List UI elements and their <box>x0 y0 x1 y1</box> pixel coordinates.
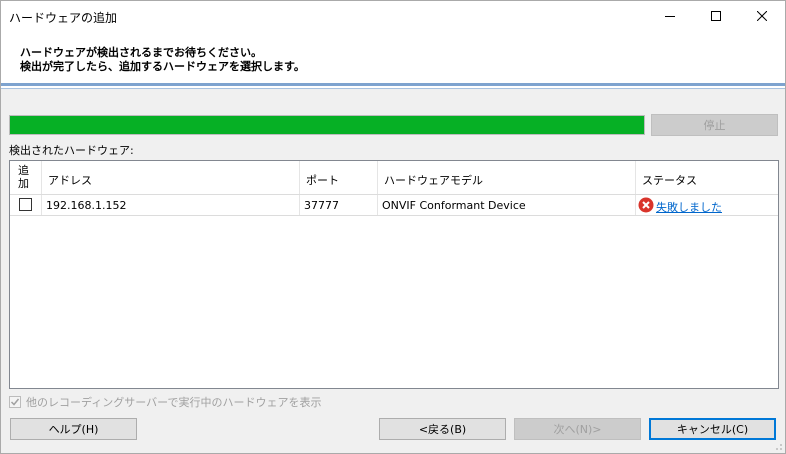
model-value: ONVIF Conformant Device <box>382 199 526 212</box>
instruction-panel: ハードウェアが検出されるまでお待ちください。 検出が完了したら、追加するハードウ… <box>1 31 681 83</box>
column-header-status[interactable]: ステータス <box>636 161 778 194</box>
instruction-line-2: 検出が完了したら、追加するハードウェアを選択します。 <box>20 60 305 73</box>
table-row[interactable]: 192.168.1.152 37777 ONVIF Conformant Dev… <box>10 195 778 216</box>
port-value: 37777 <box>304 199 339 212</box>
checkmark-icon <box>10 398 20 406</box>
column-header-address[interactable]: アドレス <box>42 161 300 194</box>
minimize-button[interactable] <box>647 1 693 31</box>
cancel-button[interactable]: キャンセル(C) <box>649 418 776 440</box>
column-header-port[interactable]: ポート <box>300 161 378 194</box>
column-label-status: ステータス <box>642 174 697 187</box>
show-other-servers-checkbox[interactable] <box>9 396 21 408</box>
column-label-model: ハードウェアモデル <box>384 174 483 187</box>
cell-add <box>10 195 42 215</box>
back-button[interactable]: <戻る(B) <box>379 418 506 440</box>
cell-status: 失敗しました <box>636 195 778 215</box>
detected-hardware-label: 検出されたハードウェア: <box>9 144 134 157</box>
resize-grip-icon[interactable] <box>773 441 783 451</box>
title-bar[interactable]: ハードウェアの追加 <box>1 1 785 31</box>
column-label-port: ポート <box>306 174 339 187</box>
instruction-header: ハードウェアが検出されるまでお待ちください。 検出が完了したら、追加するハードウ… <box>1 31 785 83</box>
cell-address: 192.168.1.152 <box>42 195 300 215</box>
cell-port: 37777 <box>300 195 378 215</box>
add-checkbox[interactable] <box>19 198 32 211</box>
close-icon <box>757 11 767 21</box>
window-title: ハードウェアの追加 <box>9 11 118 25</box>
table-header: 追加 アドレス ポート ハードウェアモデル ステータス <box>10 161 778 195</box>
maximize-icon <box>711 11 721 21</box>
address-value: 192.168.1.152 <box>46 199 127 212</box>
maximize-button[interactable] <box>693 1 739 31</box>
column-header-model[interactable]: ハードウェアモデル <box>378 161 636 194</box>
detected-hardware-table[interactable]: 追加 アドレス ポート ハードウェアモデル ステータス 192.168.1.15… <box>9 160 779 389</box>
cell-model: ONVIF Conformant Device <box>378 195 636 215</box>
error-icon <box>638 197 654 213</box>
show-other-servers-label: 他のレコーディングサーバーで実行中のハードウェアを表示 <box>26 396 322 409</box>
next-button[interactable]: 次へ(N)> <box>514 418 641 440</box>
header-divider-shadow <box>1 88 785 89</box>
detection-progress-bar <box>9 115 645 135</box>
close-button[interactable] <box>739 1 785 31</box>
help-button[interactable]: ヘルプ(H) <box>10 418 137 440</box>
status-failed-link[interactable]: 失敗しました <box>656 199 722 215</box>
column-label-add: 追加 <box>18 164 29 190</box>
add-hardware-dialog: ハードウェアの追加 ハードウェアが検出されるまでお待ちください。 検出が完了した… <box>0 0 786 454</box>
progress-fill <box>10 116 644 134</box>
column-label-address: アドレス <box>48 174 92 187</box>
show-other-servers-option: 他のレコーディングサーバーで実行中のハードウェアを表示 <box>9 395 321 409</box>
minimize-icon <box>665 16 675 17</box>
stop-button[interactable]: 停止 <box>651 114 778 136</box>
column-header-add[interactable]: 追加 <box>10 161 42 194</box>
